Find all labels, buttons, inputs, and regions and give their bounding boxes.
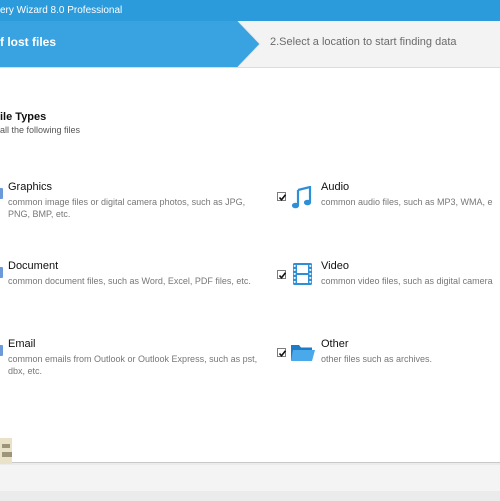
file-type-desc: common emails from Outlook or Outlook Ex… — [8, 354, 258, 376]
file-type-audio[interactable]: Audio common audio files, such as MP3, W… — [321, 181, 500, 231]
file-type-video[interactable]: Video common video files, such as digita… — [321, 260, 500, 310]
file-type-desc: common video files, such as digital came… — [321, 276, 493, 286]
window-title: ery Wizard 8.0 Professional — [0, 5, 123, 16]
video-checkbox[interactable] — [277, 270, 287, 280]
graphics-checkbox[interactable] — [0, 188, 3, 199]
file-type-graphics[interactable]: Graphics common image files or digital c… — [8, 181, 258, 231]
file-type-name: Graphics — [8, 181, 53, 193]
email-checkbox[interactable] — [0, 345, 3, 356]
film-icon — [292, 262, 313, 291]
folder-icon — [290, 341, 316, 368]
title-bar: ery Wizard 8.0 Professional — [0, 0, 500, 21]
file-type-name: Email — [8, 338, 36, 350]
logo-fragment-icon — [0, 436, 14, 466]
file-type-desc: other files such as archives. — [321, 354, 433, 364]
file-type-desc: common document files, such as Word, Exc… — [8, 276, 251, 286]
step-bar: f lost files 2.Select a location to star… — [0, 21, 500, 68]
step-2-label[interactable]: 2.Select a location to start finding dat… — [270, 36, 457, 48]
file-type-name: Other — [321, 338, 349, 350]
file-types-heading: ile Types — [0, 111, 47, 123]
file-type-desc: common audio files, such as MP3, WMA, e — [321, 197, 493, 207]
file-type-desc: common image files or digital camera pho… — [8, 197, 246, 219]
file-type-document[interactable]: Document common document files, such as … — [8, 260, 258, 310]
file-type-name: Audio — [321, 181, 350, 193]
audio-checkbox[interactable] — [277, 192, 287, 202]
file-types-subtitle: all the following files — [0, 125, 81, 135]
file-type-other[interactable]: Other other files such as archives. — [321, 338, 500, 388]
document-checkbox[interactable] — [0, 267, 3, 278]
footer-panel — [0, 465, 500, 491]
music-note-icon — [291, 185, 313, 215]
other-checkbox[interactable] — [277, 348, 287, 358]
file-type-name: Video — [321, 260, 349, 272]
step-1-label: f lost files — [0, 35, 57, 49]
file-type-name: Document — [8, 260, 59, 272]
file-type-email[interactable]: Email common emails from Outlook or Outl… — [8, 338, 258, 388]
